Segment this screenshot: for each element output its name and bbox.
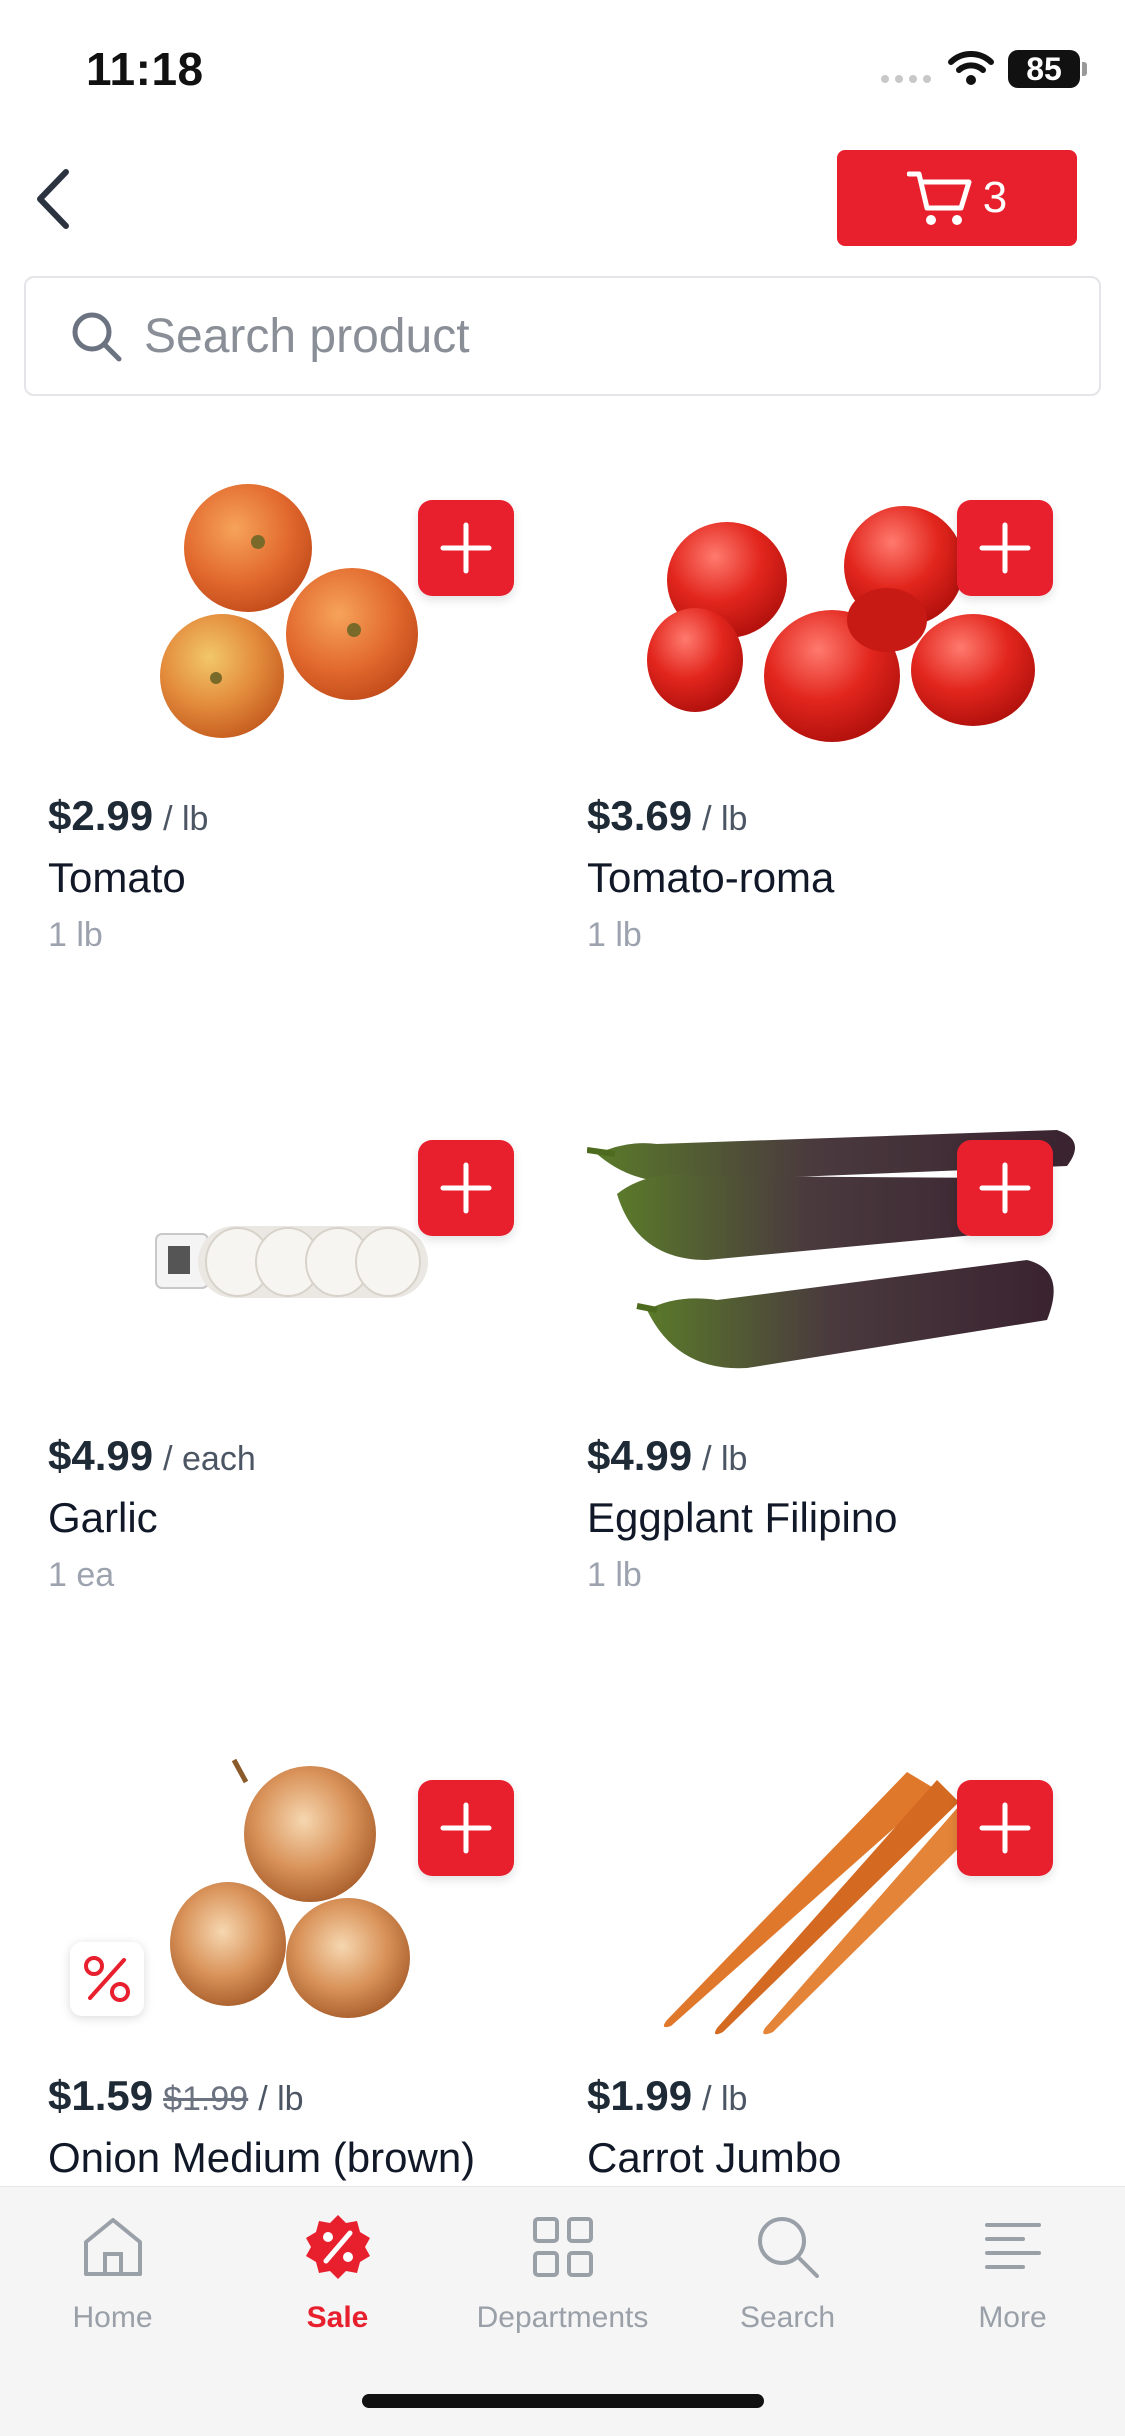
wifi-icon bbox=[948, 51, 994, 85]
add-to-cart-button[interactable] bbox=[418, 500, 514, 596]
product-size: 1 lb bbox=[587, 1556, 642, 1594]
plus-icon bbox=[440, 1162, 492, 1214]
status-bar: 11:18 85 bbox=[0, 0, 1125, 140]
back-button[interactable] bbox=[22, 164, 82, 234]
search-input[interactable] bbox=[144, 308, 1044, 364]
price-line: $4.99 / each bbox=[48, 1432, 256, 1480]
price-line: $1.59 $1.99 / lb bbox=[48, 2072, 304, 2120]
tab-label: Departments bbox=[476, 2301, 649, 2334]
price: $1.59 bbox=[48, 2072, 154, 2119]
price-line: $3.69 / lb bbox=[587, 792, 747, 840]
tab-sale[interactable]: Sale bbox=[225, 2207, 450, 2347]
price-unit: / each bbox=[163, 1440, 256, 1478]
price: $4.99 bbox=[48, 1432, 154, 1479]
tab-more[interactable]: More bbox=[900, 2207, 1125, 2347]
product-name: Tomato-roma bbox=[587, 854, 835, 901]
percent-icon bbox=[84, 1956, 130, 2002]
product-card-eggplant-filipino[interactable]: $4.99 / lb Eggplant Filipino 1 lb bbox=[587, 1110, 1107, 1730]
price-line: $4.99 / lb bbox=[587, 1432, 747, 1480]
price: $4.99 bbox=[587, 1432, 693, 1479]
price-unit: / lb bbox=[163, 800, 209, 838]
product-size: 1 ea bbox=[48, 1556, 115, 1594]
tab-label: Search bbox=[739, 2301, 836, 2334]
price-line: $1.99 / lb bbox=[587, 2072, 747, 2120]
search-box[interactable] bbox=[24, 276, 1101, 396]
old-price: $1.99 bbox=[163, 2080, 249, 2118]
add-to-cart-button[interactable] bbox=[418, 1780, 514, 1876]
tab-label: Sale bbox=[306, 2301, 369, 2334]
search-icon bbox=[70, 310, 122, 362]
sale-icon bbox=[305, 2215, 370, 2279]
product-name: Tomato bbox=[48, 854, 186, 901]
cart-button[interactable]: 3 bbox=[837, 150, 1077, 246]
grid-icon bbox=[532, 2217, 593, 2277]
tab-label: More bbox=[978, 2301, 1047, 2334]
tab-label: Home bbox=[72, 2301, 153, 2334]
plus-icon bbox=[979, 1802, 1031, 1854]
product-name: Eggplant Filipino bbox=[587, 1494, 898, 1541]
price: $2.99 bbox=[48, 792, 154, 839]
add-to-cart-button[interactable] bbox=[418, 1140, 514, 1236]
chevron-left-icon bbox=[37, 169, 69, 229]
product-size: 1 lb bbox=[587, 916, 642, 954]
menu-icon bbox=[984, 2223, 1041, 2269]
cart-icon bbox=[906, 171, 972, 225]
product-size: 1 lb bbox=[48, 916, 103, 954]
price-line: $2.99 / lb bbox=[48, 792, 208, 840]
home-indicator bbox=[362, 2394, 764, 2408]
tab-home[interactable]: Home bbox=[0, 2207, 225, 2347]
product-name: Garlic bbox=[48, 1494, 158, 1541]
add-to-cart-button[interactable] bbox=[957, 1780, 1053, 1876]
plus-icon bbox=[440, 522, 492, 574]
add-to-cart-button[interactable] bbox=[957, 500, 1053, 596]
home-icon bbox=[83, 2218, 142, 2276]
plus-icon bbox=[979, 1162, 1031, 1214]
product-name: Carrot Jumbo bbox=[587, 2134, 842, 2181]
plus-icon bbox=[979, 522, 1031, 574]
sale-badge bbox=[70, 1942, 144, 2016]
battery-cap bbox=[1082, 62, 1087, 76]
search-icon bbox=[757, 2217, 819, 2278]
price-unit: / lb bbox=[258, 2080, 304, 2118]
cart-count: 3 bbox=[982, 173, 1008, 222]
status-time: 11:18 bbox=[86, 43, 204, 95]
price-unit: / lb bbox=[702, 2080, 748, 2118]
battery-indicator: 85 bbox=[1008, 50, 1080, 88]
product-card-garlic[interactable]: $4.99 / each Garlic 1 ea bbox=[48, 1110, 568, 1730]
signal-icon bbox=[881, 75, 931, 83]
tab-search[interactable]: Search bbox=[675, 2207, 900, 2347]
price: $3.69 bbox=[587, 792, 693, 839]
price: $1.99 bbox=[587, 2072, 693, 2119]
product-card-tomato[interactable]: $2.99 / lb Tomato 1 lb bbox=[48, 470, 568, 1090]
product-name: Onion Medium (brown) bbox=[48, 2134, 476, 2181]
tab-departments[interactable]: Departments bbox=[450, 2207, 675, 2347]
add-to-cart-button[interactable] bbox=[957, 1140, 1053, 1236]
plus-icon bbox=[440, 1802, 492, 1854]
product-card-tomato-roma[interactable]: $3.69 / lb Tomato-roma 1 lb bbox=[587, 470, 1107, 1090]
price-unit: / lb bbox=[702, 1440, 748, 1478]
price-unit: / lb bbox=[702, 800, 748, 838]
